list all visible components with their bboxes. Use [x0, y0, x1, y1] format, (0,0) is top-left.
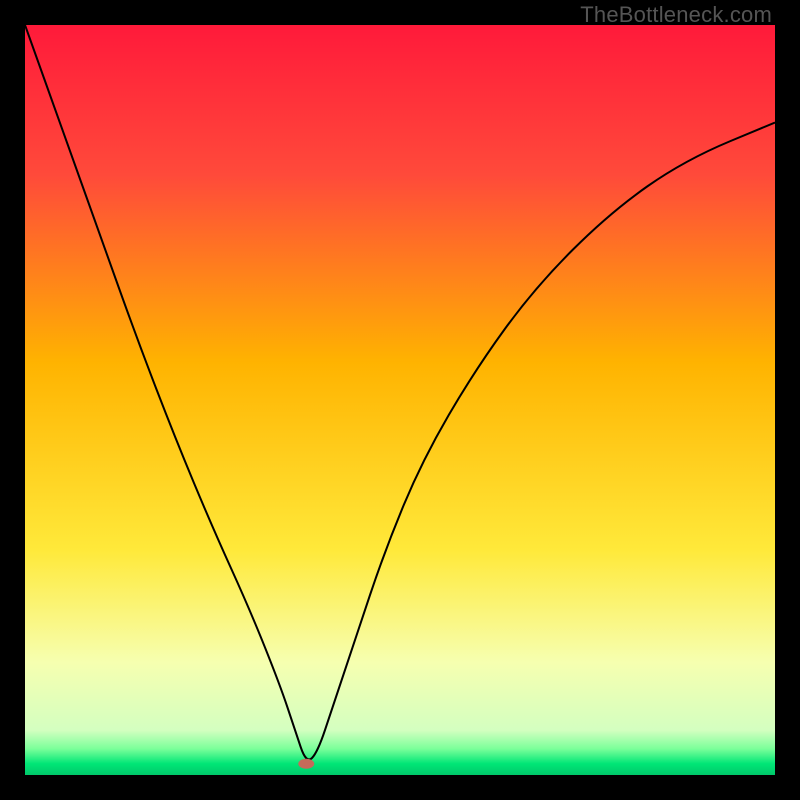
chart-frame	[25, 25, 775, 775]
optimal-point-marker	[298, 759, 314, 769]
gradient-background	[25, 25, 775, 775]
bottleneck-chart	[25, 25, 775, 775]
